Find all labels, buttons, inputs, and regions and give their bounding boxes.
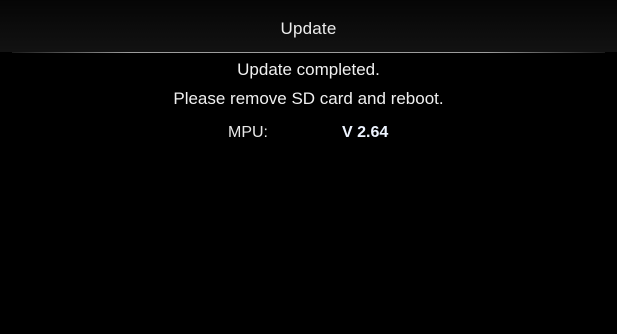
- update-screen: Update Update completed. Please remove S…: [0, 0, 617, 334]
- title-divider: [12, 52, 605, 53]
- reboot-instruction-message: Please remove SD card and reboot.: [173, 89, 444, 108]
- screen-title: Update: [280, 19, 337, 38]
- mpu-version-label: MPU:: [228, 124, 268, 141]
- mpu-version-value: V 2.64: [342, 124, 389, 141]
- title-bar: Update: [0, 0, 617, 52]
- update-status-message: Update completed.: [237, 60, 380, 79]
